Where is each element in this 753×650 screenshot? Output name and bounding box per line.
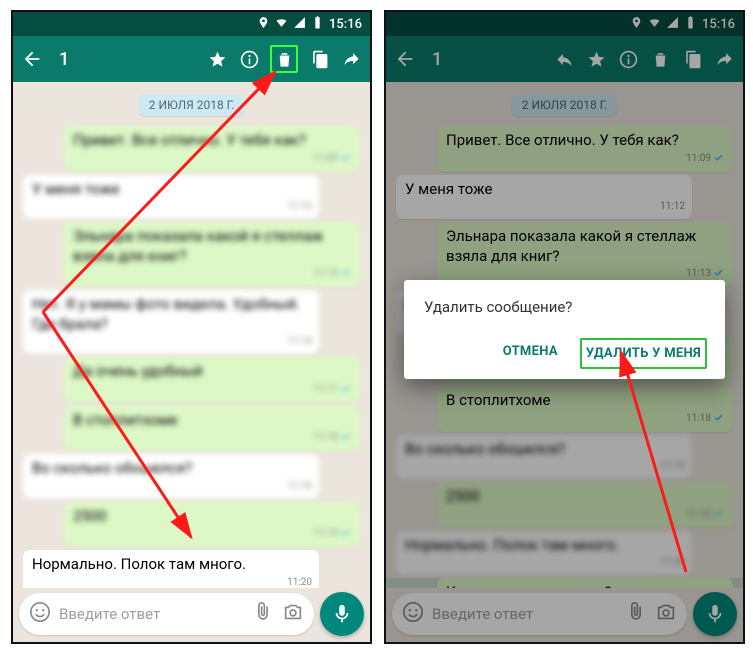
message-meta: 11:13 (73, 267, 353, 281)
message-text: Да очень удобный (73, 362, 203, 380)
message-input[interactable]: Введите ответ (19, 593, 314, 635)
appbar-selection: 1 (13, 36, 370, 82)
delete-icon-highlighted[interactable] (270, 45, 298, 73)
message-meta: 11:14 (32, 335, 312, 348)
input-bar: Введите ответ (19, 592, 364, 636)
read-tick-icon (341, 528, 353, 541)
forward-icon[interactable] (340, 48, 362, 70)
message-meta: 11:12 (32, 200, 312, 213)
message-meta: 11:17 (73, 383, 353, 397)
chat-area[interactable]: 2 ИЮЛЯ 2018 Г. Привет. Все отлично. У те… (13, 82, 370, 588)
clock-text: 15:16 (329, 17, 362, 32)
dialog-delete-for-me-button[interactable]: УДАЛИТЬ У МЕНЯ (580, 338, 707, 369)
message-bubble[interactable]: Эльнара показала какой я стеллаж взяла д… (64, 222, 360, 287)
message-meta: 11:19 (73, 527, 353, 541)
phone-left: 15:16 1 2 ИЮЛЯ 2018 Г. Привет. Все отлич… (11, 10, 372, 644)
message-bubble[interactable]: 2500 11:19 (64, 502, 360, 548)
selection-count: 1 (53, 49, 196, 70)
tutorial-stage: 15:16 1 2 ИЮЛЯ 2018 Г. Привет. Все отлич… (0, 0, 753, 650)
message-bubble[interactable]: Нормально. Полок там много. 11:20 (23, 550, 319, 588)
read-tick-icon (341, 384, 353, 397)
mic-button[interactable] (320, 592, 364, 636)
message-bubble[interactable]: Во сколько обошелся? 11:19 (23, 454, 319, 499)
copy-icon[interactable] (308, 48, 330, 70)
message-bubble[interactable]: Да очень удобный 11:17 (64, 357, 360, 403)
camera-icon[interactable] (282, 601, 304, 627)
phone-right: 15:16 1 2 ИЮЛЯ 2018 Г. Привет. Все отлич… (384, 10, 745, 644)
delete-icon (273, 48, 295, 70)
emoji-icon[interactable] (29, 601, 51, 627)
message-meta: 11:20 (32, 576, 312, 589)
message-text: В стоплитхоме (73, 411, 178, 429)
date-pill: 2 ИЮЛЯ 2018 Г. (139, 94, 244, 116)
star-icon[interactable] (206, 48, 228, 70)
message-bubble[interactable]: Нет. Я у мамы фото видела. Удобный. Где … (23, 290, 319, 354)
statusbar: 15:16 (13, 12, 370, 36)
location-icon (257, 16, 270, 32)
read-tick-icon (341, 153, 353, 166)
message-bubble[interactable]: В стоплитхоме 11:18 (64, 406, 360, 452)
read-tick-icon (341, 268, 353, 281)
message-text: Во сколько обошелся? (32, 459, 192, 477)
attach-icon[interactable] (252, 601, 274, 627)
signal-icon (293, 16, 306, 32)
message-meta: 11:18 (73, 431, 353, 445)
message-text: Привет. Все отлично. У тебя как? (73, 131, 306, 149)
battery-icon (311, 16, 324, 32)
message-text: 2500 (73, 507, 107, 525)
dialog-cancel-button[interactable]: ОТМЕНА (499, 338, 562, 369)
input-placeholder: Введите ответ (59, 605, 244, 623)
info-icon[interactable] (238, 48, 260, 70)
message-bubble[interactable]: Привет. Все отлично. У тебя как? 11:09 (64, 126, 360, 172)
message-bubble[interactable]: У меня тоже 11:12 (23, 175, 319, 220)
wifi-icon (275, 16, 288, 32)
message-meta: 11:09 (73, 152, 353, 166)
read-tick-icon (341, 432, 353, 445)
message-text: Нормально. Полок там много. (32, 555, 246, 573)
back-icon[interactable] (21, 48, 43, 70)
delete-dialog: Удалить сообщение? ОТМЕНА УДАЛИТЬ У МЕНЯ (404, 280, 725, 379)
message-text: Эльнара показала какой я стеллаж взяла д… (73, 227, 323, 265)
message-text: У меня тоже (32, 180, 119, 198)
dialog-title: Удалить сообщение? (424, 298, 707, 316)
message-text: Нет. Я у мамы фото видела. Удобный. Где … (32, 295, 300, 333)
message-meta: 11:19 (32, 480, 312, 493)
